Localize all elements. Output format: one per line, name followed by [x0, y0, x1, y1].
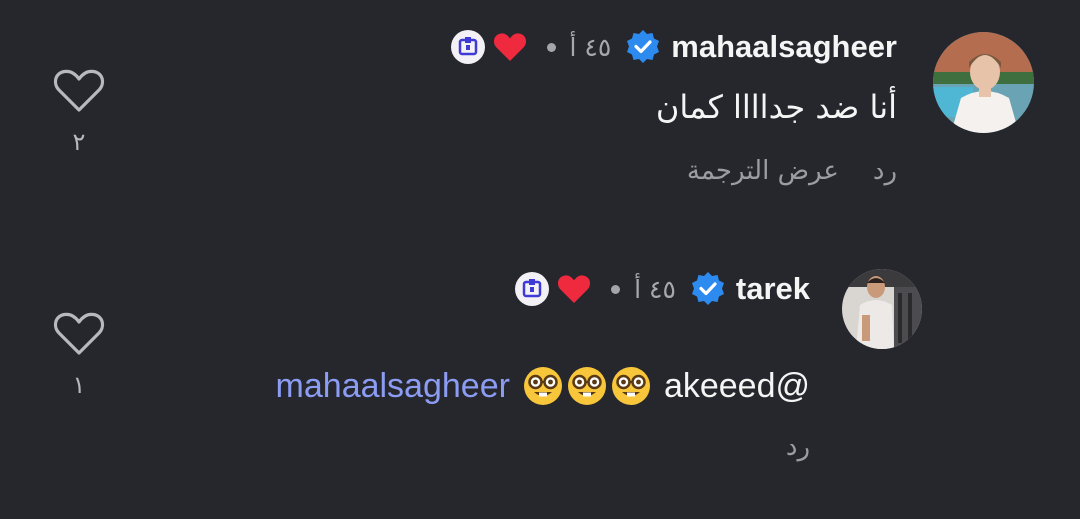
- like-control: ١: [52, 311, 106, 399]
- comment-actions: رد: [752, 432, 810, 462]
- nerd-face-icon: [611, 367, 650, 405]
- emoji-group: [522, 365, 652, 407]
- comment-text: mahaalsagheer akeeed@: [276, 365, 810, 407]
- avatar[interactable]: [842, 269, 922, 349]
- separator-dot: [611, 284, 621, 294]
- like-count: ١: [72, 371, 86, 399]
- reply-button[interactable]: رد: [786, 432, 810, 462]
- creator-liked-heart-icon: [557, 274, 591, 304]
- nerd-face-icon: [523, 367, 562, 405]
- comment-item: ٤٥ أ tarek mahaalsagheer akeeed@ رد ١: [0, 0, 1080, 462]
- creator-avatar-badge: [515, 272, 550, 306]
- verified-badge-icon: [690, 271, 726, 307]
- mention-link[interactable]: mahaalsagheer: [276, 367, 510, 406]
- nerd-face-icon: [567, 367, 606, 405]
- comment-time: ٤٥ أ: [634, 274, 676, 304]
- comment-username[interactable]: tarek: [736, 271, 810, 307]
- heart-outline-icon[interactable]: [52, 311, 106, 361]
- comment-header: ٤٥ أ tarek: [515, 268, 810, 310]
- comment-text-body: akeeed@: [663, 366, 810, 405]
